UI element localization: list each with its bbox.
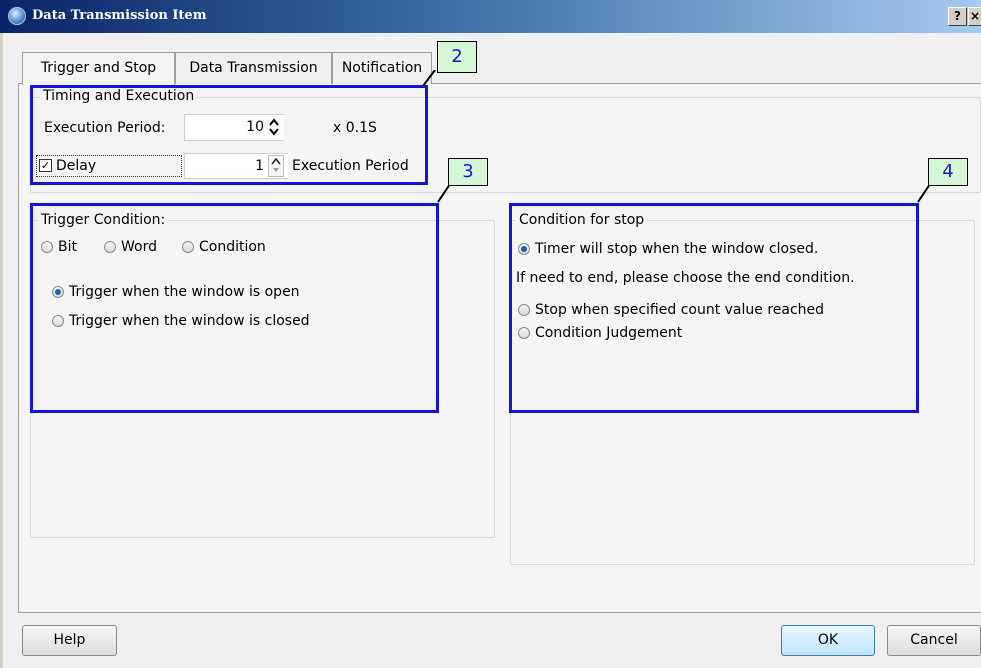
annotation-box-2 xyxy=(30,85,428,185)
close-title-button[interactable]: × xyxy=(968,7,981,26)
tab-notification[interactable]: Notification xyxy=(332,52,432,84)
cancel-button[interactable]: Cancel xyxy=(887,625,981,656)
annotation-box-3 xyxy=(30,203,439,413)
tab-data-transmission[interactable]: Data Transmission xyxy=(175,52,332,84)
callout-3-pointer xyxy=(437,184,451,203)
help-button[interactable]: Help xyxy=(22,625,117,656)
callout-2: 2 xyxy=(437,41,477,73)
callout-3: 3 xyxy=(448,158,488,186)
app-icon xyxy=(8,7,26,25)
annotation-box-4 xyxy=(509,203,919,413)
ok-button[interactable]: OK xyxy=(781,625,875,656)
window-title: Data Transmission Item xyxy=(32,8,207,23)
tab-trigger-and-stop[interactable]: Trigger and Stop xyxy=(22,52,175,85)
callout-4: 4 xyxy=(928,158,968,186)
callout-4-pointer xyxy=(917,184,931,203)
help-title-button[interactable]: ? xyxy=(948,7,967,26)
callout-2-pointer xyxy=(422,70,436,87)
